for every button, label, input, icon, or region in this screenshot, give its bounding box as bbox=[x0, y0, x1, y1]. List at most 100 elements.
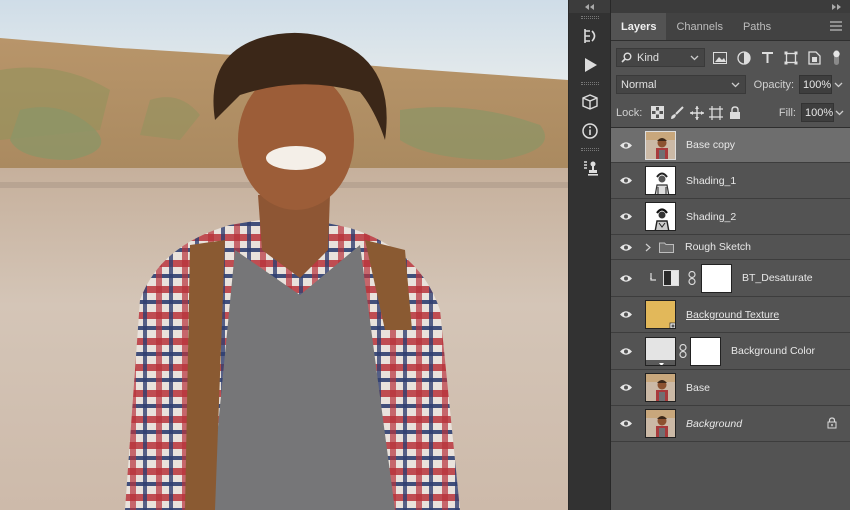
lock-image-pixels-button[interactable] bbox=[670, 104, 685, 122]
half-circle-icon bbox=[737, 50, 751, 65]
visibility-toggle[interactable] bbox=[611, 419, 641, 428]
texture-thumbnail-image bbox=[646, 301, 675, 328]
tab-channels-label: Channels bbox=[676, 20, 723, 33]
eye-icon bbox=[620, 274, 632, 282]
lock-artboard-button[interactable] bbox=[708, 104, 723, 122]
lock-position-button[interactable] bbox=[689, 104, 704, 122]
layer-row-shading-2[interactable]: Shading_2 bbox=[611, 199, 850, 235]
group-expand-toggle[interactable] bbox=[645, 243, 655, 252]
move-icon bbox=[689, 105, 704, 120]
filter-adjustment-button[interactable] bbox=[735, 49, 752, 66]
layer-name: Background bbox=[686, 417, 743, 430]
strip-grip[interactable] bbox=[580, 148, 599, 151]
mask-link[interactable] bbox=[678, 344, 688, 358]
opacity-dropdown-button[interactable] bbox=[832, 75, 845, 94]
visibility-toggle[interactable] bbox=[611, 347, 641, 356]
photo-thumbnail-image bbox=[646, 374, 675, 401]
layer-row-background-texture[interactable]: Background Texture bbox=[611, 297, 850, 333]
eye-icon bbox=[620, 177, 632, 184]
filter-toggle-button[interactable] bbox=[828, 49, 845, 66]
tab-paths[interactable]: Paths bbox=[733, 13, 781, 40]
filter-type-button[interactable] bbox=[759, 49, 776, 66]
blend-mode-value: Normal bbox=[621, 78, 657, 91]
layer-name: Shading_2 bbox=[686, 210, 737, 223]
opacity-value: 100% bbox=[803, 78, 832, 91]
play-icon bbox=[585, 57, 597, 72]
layer-filter-row: Kind bbox=[611, 44, 850, 71]
3d-tool-button[interactable] bbox=[569, 87, 611, 116]
layer-thumbnail bbox=[645, 409, 676, 438]
visibility-toggle[interactable] bbox=[611, 141, 641, 150]
opacity-input[interactable]: 100% bbox=[799, 75, 833, 94]
mask-link[interactable] bbox=[687, 271, 697, 285]
layer-row-base[interactable]: Base bbox=[611, 370, 850, 406]
layer-row-bt-desaturate[interactable]: BT_Desaturate bbox=[611, 260, 850, 297]
actions-play-button[interactable] bbox=[569, 50, 611, 79]
clone-source-button[interactable] bbox=[569, 153, 611, 182]
lock-all-button[interactable] bbox=[728, 104, 743, 122]
fill-label: Fill: bbox=[778, 106, 796, 119]
collapse-double-arrow-icon[interactable] bbox=[832, 3, 842, 10]
visibility-toggle[interactable] bbox=[611, 243, 641, 252]
clone-stamp-icon bbox=[584, 160, 598, 176]
layer-thumbnail bbox=[645, 373, 676, 402]
chevron-down-icon bbox=[834, 82, 843, 88]
filter-pixel-button[interactable] bbox=[712, 49, 729, 66]
layer-lock-indicator[interactable] bbox=[827, 417, 837, 432]
layer-name: Shading_1 bbox=[686, 174, 737, 187]
eye-icon bbox=[620, 311, 632, 318]
layer-row-background-color[interactable]: Background Color bbox=[611, 333, 850, 370]
collapse-double-arrow-icon[interactable] bbox=[584, 3, 595, 10]
visibility-toggle[interactable] bbox=[611, 176, 641, 185]
strip-grip[interactable] bbox=[580, 16, 599, 19]
info-icon bbox=[582, 122, 598, 139]
layer-name: Background Color bbox=[731, 345, 816, 357]
chain-link-icon bbox=[679, 344, 687, 358]
filter-smart-object-button[interactable] bbox=[807, 49, 824, 66]
layer-row-background[interactable]: Background bbox=[611, 406, 850, 442]
artboard-icon bbox=[708, 105, 723, 120]
layer-list: Base copy Shading_1 Shading_2 Rough Sket… bbox=[611, 127, 850, 442]
fill-input[interactable]: 100% bbox=[800, 103, 834, 122]
eye-icon bbox=[620, 420, 632, 427]
panel-collapse-bar[interactable] bbox=[611, 0, 850, 13]
layer-name: Base copy bbox=[686, 139, 736, 151]
visibility-toggle[interactable] bbox=[611, 274, 641, 283]
visibility-toggle[interactable] bbox=[611, 212, 641, 221]
blend-row: Normal Opacity: 100% bbox=[611, 71, 850, 98]
layer-row-base-copy[interactable]: Base copy bbox=[611, 128, 850, 163]
eye-icon bbox=[620, 384, 632, 391]
blend-mode-dropdown[interactable]: Normal bbox=[616, 75, 746, 94]
eye-icon bbox=[620, 213, 632, 220]
shape-icon bbox=[784, 51, 798, 64]
smart-object-icon bbox=[808, 50, 822, 65]
tab-layers[interactable]: Layers bbox=[611, 13, 667, 40]
history-tool-button[interactable] bbox=[569, 21, 611, 50]
layer-name: Background Texture bbox=[686, 308, 780, 321]
lock-transparent-pixels-button[interactable] bbox=[650, 104, 665, 122]
history-icon bbox=[584, 28, 596, 43]
search-icon bbox=[621, 52, 632, 63]
tab-paths-label: Paths bbox=[742, 20, 772, 33]
collapse-strip-bar[interactable] bbox=[569, 0, 610, 13]
filter-kind-dropdown[interactable]: Kind bbox=[616, 48, 705, 67]
strip-grip[interactable] bbox=[580, 82, 599, 85]
photo-thumbnail-image bbox=[646, 131, 675, 159]
eye-icon bbox=[620, 141, 632, 149]
layer-mask-thumbnail[interactable] bbox=[690, 336, 721, 366]
filter-shape-button[interactable] bbox=[783, 49, 800, 66]
panel-menu-button[interactable] bbox=[830, 21, 842, 34]
fill-layer-thumbnail bbox=[645, 336, 676, 366]
tab-channels[interactable]: Channels bbox=[666, 13, 732, 40]
opacity-label: Opacity: bbox=[753, 78, 795, 91]
fill-dropdown-button[interactable] bbox=[834, 103, 845, 122]
layer-mask-thumbnail[interactable] bbox=[701, 263, 732, 293]
document-canvas[interactable] bbox=[0, 0, 568, 510]
layer-row-rough-sketch-group[interactable]: Rough Sketch bbox=[611, 235, 850, 260]
chevron-down-icon bbox=[690, 55, 699, 61]
visibility-toggle[interactable] bbox=[611, 310, 641, 319]
lock-row: Lock: Fill: 100% bbox=[611, 99, 850, 126]
visibility-toggle[interactable] bbox=[611, 383, 641, 392]
layer-row-shading-1[interactable]: Shading_1 bbox=[611, 163, 850, 199]
info-tool-button[interactable] bbox=[569, 116, 611, 145]
